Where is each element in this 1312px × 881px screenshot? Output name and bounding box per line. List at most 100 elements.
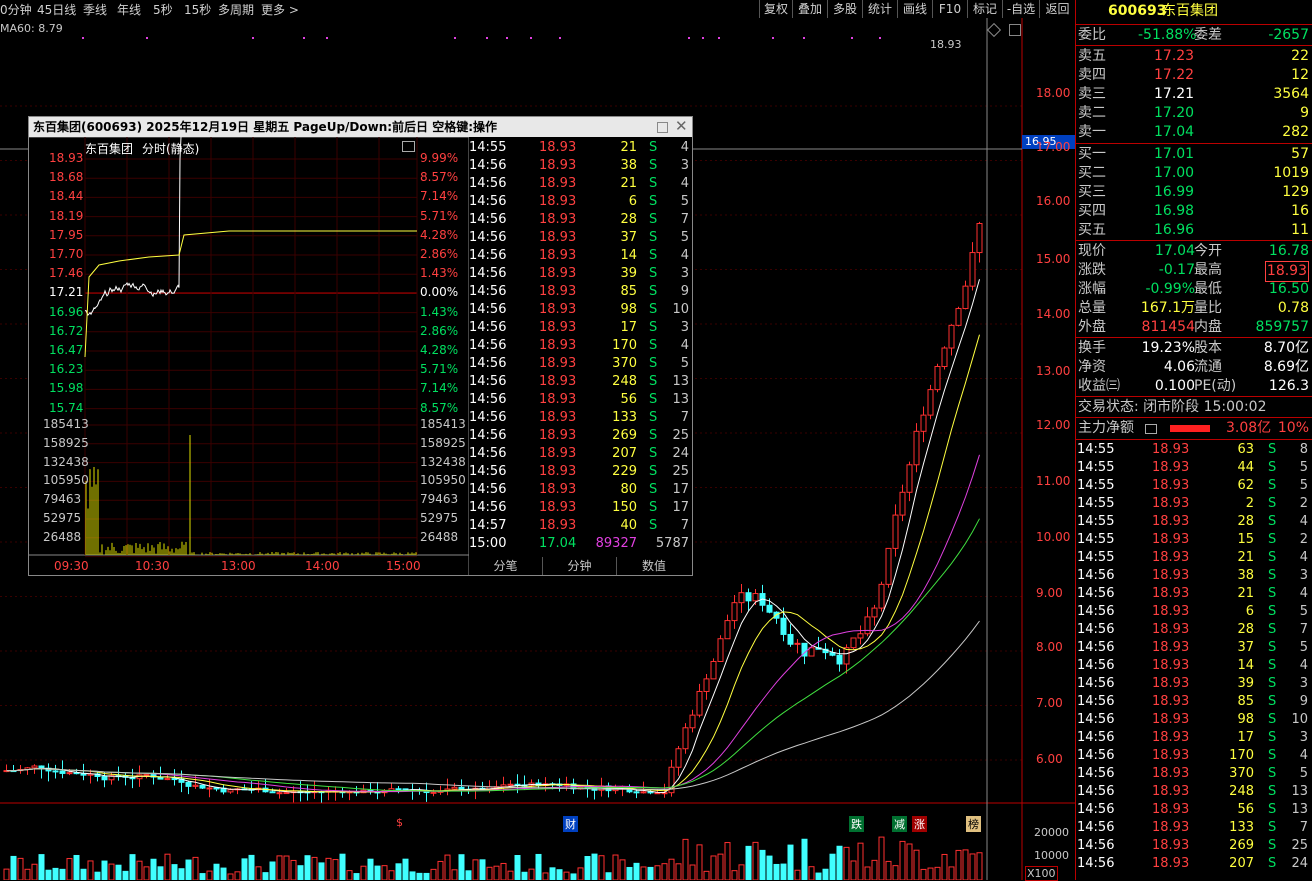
stock-code: 600693 — [1108, 3, 1167, 19]
draw-button[interactable]: 画线 — [897, 0, 932, 18]
tick-time: 14:56 — [1077, 730, 1115, 745]
popup-vol-tick-right: 132438 — [420, 454, 466, 469]
stat-label-2: 量比 — [1194, 300, 1222, 316]
popup-tick-volume: 17 — [620, 320, 637, 335]
tick-time: 14:56 — [1077, 586, 1115, 601]
tab-values[interactable]: 数值 — [617, 557, 691, 575]
overlay-button[interactable]: 叠加 — [792, 0, 827, 18]
popup-tick-volume: 98 — [620, 302, 637, 317]
tick-count: 10 — [1291, 712, 1308, 727]
period-tab-multi[interactable]: 多周期 — [218, 1, 254, 18]
event-marker-rise[interactable]: 涨 — [912, 816, 927, 832]
tick-count: 3 — [1299, 676, 1308, 691]
intraday-popup[interactable]: 东百集团(600693) 2025年12月19日 星期五 PageUp/Down… — [28, 116, 693, 576]
weibi-row: 委比 -51.88% 委差 -2657 — [1076, 26, 1312, 45]
tick-count: 5 — [1299, 604, 1308, 619]
bid-row[interactable]: 买二 17.00 1019 — [1076, 164, 1312, 183]
tick-volume: 85 — [1237, 694, 1254, 709]
trade-tick-row: 14:56 18.93 21 S 4 — [1076, 585, 1312, 603]
bid-row[interactable]: 买三 16.99 129 — [1076, 183, 1312, 202]
price-axis-tick: 9.00 — [1036, 586, 1063, 600]
price-axis-tick: 6.00 — [1036, 752, 1063, 766]
back-button[interactable]: 返回 — [1039, 0, 1075, 18]
popup-tick-count: 7 — [680, 410, 689, 425]
popup-tick-volume: 170 — [612, 338, 637, 353]
popup-title-bar[interactable]: 东百集团(600693) 2025年12月19日 星期五 PageUp/Down… — [29, 117, 692, 137]
period-tab-year[interactable]: 年线 — [117, 1, 141, 18]
tick-volume: 170 — [1229, 748, 1254, 763]
ask-price: 17.22 — [1154, 67, 1195, 83]
popup-tick-time: 14:56 — [469, 302, 507, 317]
event-marker-list[interactable]: 榜 — [966, 816, 981, 832]
popup-tick-side: S — [649, 446, 658, 461]
event-marker-reduce[interactable]: 减 — [892, 816, 907, 832]
main-flow-row[interactable]: 主力净额 3.08亿 10% — [1076, 419, 1312, 438]
event-marker-fall[interactable]: 跌 — [849, 816, 864, 832]
popup-last-tick-row: 15:00 17.04 89327 5787 — [469, 535, 691, 553]
popup-tick-side: S — [649, 500, 658, 515]
period-tab-45d[interactable]: 45日线 — [37, 1, 76, 18]
popup-tick-row: 14:56 18.93 207 S 24 — [469, 445, 691, 463]
ask-row[interactable]: 卖二 17.20 9 — [1076, 104, 1312, 123]
period-tab-15s[interactable]: 15秒 — [184, 1, 211, 18]
event-marker-dollar[interactable]: $ — [396, 816, 403, 829]
tab-trades[interactable]: 分笔 — [469, 557, 543, 575]
popup-stock-name: 东百集团 — [85, 142, 134, 156]
ask-row[interactable]: 卖一 17.04 282 — [1076, 123, 1312, 142]
popup-price-tick: 18.44 — [49, 189, 84, 204]
trade-tick-row: 14:56 18.93 370 S 5 — [1076, 765, 1312, 783]
ask-row[interactable]: 卖四 17.22 12 — [1076, 66, 1312, 85]
fundamental-label-2: 股本 — [1194, 340, 1222, 356]
bid-row[interactable]: 买五 16.96 11 — [1076, 221, 1312, 240]
ask-row[interactable]: 卖五 17.23 22 — [1076, 47, 1312, 66]
period-tab-0[interactable]: 0分钟 — [0, 1, 32, 18]
popup-vol-tick-right: 185413 — [420, 417, 466, 431]
event-marker-finance[interactable]: 财 — [563, 816, 578, 832]
stat-label: 总量 — [1078, 300, 1106, 316]
tick-side: S — [1268, 676, 1277, 691]
popup-vol-tick-right: 52975 — [420, 511, 459, 525]
period-tab-more[interactable]: 更多 > — [261, 1, 299, 18]
period-tab-5s[interactable]: 5秒 — [153, 1, 173, 18]
bid-row[interactable]: 买四 16.98 16 — [1076, 202, 1312, 221]
tick-time: 14:56 — [1077, 640, 1115, 655]
watchlist-button[interactable]: -自选 — [1002, 0, 1039, 18]
window-icon[interactable] — [1009, 24, 1021, 36]
popup-tick-count: 5787 — [655, 536, 689, 551]
list-icon[interactable] — [1145, 424, 1157, 434]
popup-vol-tick: 52975 — [43, 511, 82, 525]
tick-volume: 248 — [1229, 784, 1254, 799]
tick-volume: 17 — [1237, 730, 1254, 745]
f10-button[interactable]: F10 — [932, 0, 967, 18]
popup-tick-side: S — [649, 194, 658, 209]
popup-window-icon[interactable] — [402, 141, 415, 152]
stat-value-2: 859757 — [1255, 319, 1309, 335]
bid-price: 16.99 — [1154, 184, 1195, 200]
popup-pct-tick: 4.28% — [420, 343, 459, 357]
ask-price: 17.20 — [1154, 105, 1195, 121]
bid-price: 17.00 — [1154, 165, 1195, 181]
popup-tick-price: 18.93 — [539, 500, 577, 515]
stock-name: 东百集团 — [1162, 3, 1218, 19]
tick-volume: 38 — [1237, 568, 1254, 583]
multi-stock-button[interactable]: 多股 — [827, 0, 862, 18]
bid-row[interactable]: 买一 17.01 57 — [1076, 145, 1312, 164]
close-icon[interactable]: ✕ — [675, 116, 688, 136]
mark-button[interactable]: 标记 — [967, 0, 1002, 18]
popup-tick-time: 14:56 — [469, 194, 507, 209]
stats-button[interactable]: 统计 — [862, 0, 897, 18]
period-tab-quarter[interactable]: 季线 — [83, 1, 107, 18]
quote-panel: 600693 东百集团 委比 -51.88% 委差 -2657 卖五 17.23… — [1075, 0, 1312, 880]
trade-status: 交易状态: 闭市阶段 15:00:02 — [1078, 399, 1267, 415]
popup-tick-price: 18.93 — [539, 248, 577, 263]
popup-vol-tick: 26488 — [43, 529, 82, 544]
maximize-icon[interactable] — [657, 122, 668, 133]
popup-tick-time: 14:56 — [469, 482, 507, 497]
ask-row[interactable]: 卖三 17.21 3564 — [1076, 85, 1312, 104]
trade-status-row: 交易状态: 闭市阶段 15:00:02 — [1076, 398, 1312, 417]
tick-time: 14:56 — [1077, 784, 1115, 799]
fuquan-button[interactable]: 复权 — [759, 0, 792, 18]
tab-minutes[interactable]: 分钟 — [543, 557, 617, 575]
popup-tick-count: 9 — [680, 284, 689, 299]
popup-tick-time: 14:56 — [469, 230, 507, 245]
